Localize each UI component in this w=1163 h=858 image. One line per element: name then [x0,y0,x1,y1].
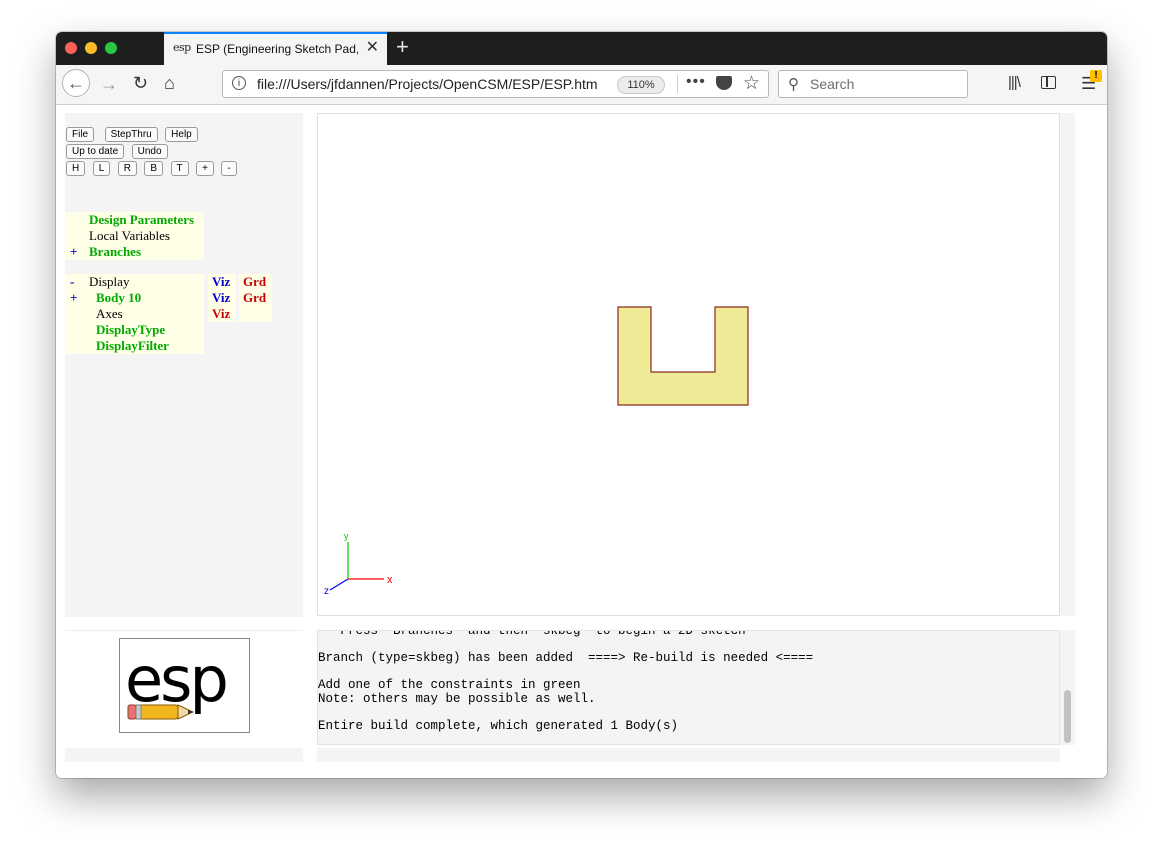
tree-prefix [65,306,89,322]
z-axis-label: z [324,586,329,597]
console-text: Press "Branches" and then "skbeg" to beg… [318,630,814,733]
body-viz-toggle[interactable]: Viz [208,290,236,306]
tree-prefix [65,338,89,354]
url-divider [677,75,678,93]
search-icon: ⚲ [788,76,799,93]
search-placeholder[interactable]: Search [810,76,854,92]
new-tab-icon[interactable]: + [396,35,409,59]
design-parameters-link[interactable]: Design Parameters [89,212,204,228]
bottom-strip-right [317,748,1060,762]
local-variables-label: Local Variables [89,228,204,244]
view-bottom-button[interactable]: B [144,161,164,176]
up-to-date-button[interactable]: Up to date [66,144,125,159]
minimize-window-button[interactable] [85,42,97,54]
navigation-toolbar: ← → ↻ ⌂ i file:///Users/jfdannen/Project… [56,65,1107,105]
message-console[interactable]: Press "Branches" and then "skbeg" to beg… [317,630,1060,745]
library-icon[interactable]: |||\ [1008,74,1021,91]
bottom-strip-left [65,748,303,762]
z-axis-line [329,578,349,591]
close-window-button[interactable] [65,42,77,54]
body-expand-toggle[interactable]: + [65,290,89,306]
tab-close-icon[interactable]: ✕ [366,39,379,57]
tree-prefix [65,212,89,228]
esp-logo: esp [119,638,250,733]
tree-prefix [65,322,89,338]
display-collapse-toggle[interactable]: - [65,274,89,290]
left-panel: File StepThru Help Up to date Undo H L R… [65,113,303,617]
page-content: File StepThru Help Up to date Undo H L R… [56,105,1107,778]
bookmark-star-icon[interactable]: ☆ [743,72,760,95]
zoom-in-button[interactable]: + [196,161,214,176]
update-badge-icon: ! [1090,70,1102,82]
branches-link[interactable]: Branches [89,244,204,260]
display-type-link[interactable]: DisplayType [89,322,204,338]
view-home-button[interactable]: H [66,161,86,176]
pocket-icon[interactable] [716,76,732,90]
esp-logo-graphic: esp [125,643,229,720]
back-icon[interactable]: ← [62,69,90,97]
graphics-svg: x y z [324,306,749,597]
console-line: Press "Branches" and then "skbeg" to beg… [318,630,746,638]
sidebar-icon[interactable] [1041,76,1056,89]
display-grd-toggle[interactable]: Grd [239,274,272,290]
view-right-button[interactable]: R [117,161,137,176]
button-row-3: H L R B T + - [66,161,240,179]
undo-button[interactable]: Undo [131,144,168,159]
zoom-out-button[interactable]: - [221,161,237,176]
display-filter-link[interactable]: DisplayFilter [89,338,204,354]
axes-viz-toggle[interactable]: Viz [208,306,236,322]
x-axis-label: x [387,574,393,586]
display-viz-toggle[interactable]: Viz [208,274,236,290]
search-bar[interactable]: ⚲ Search [778,70,968,98]
url-bar[interactable]: i file:///Users/jfdannen/Projects/OpenCS… [222,70,769,98]
console-scrollbar-thumb[interactable] [1064,690,1071,743]
console-line: Note: others may be possible as well. [318,691,596,706]
branches-expand-toggle[interactable]: + [65,244,89,260]
file-button[interactable]: File [66,127,95,142]
browser-window: esp ESP (Engineering Sketch Pad, V1 ✕ + … [56,32,1107,778]
button-row-2: Up to date Undo [66,144,171,162]
view-top-button[interactable]: T [170,161,189,176]
tab-bar: esp ESP (Engineering Sketch Pad, V1 ✕ + [56,32,1107,65]
zoom-window-button[interactable] [105,42,117,54]
tab-title: ESP (Engineering Sketch Pad, V1 [196,42,358,56]
logo-panel: esp [65,630,303,746]
u-shaped-sketch-body[interactable] [617,306,749,406]
pencil-icon [127,704,195,720]
graphics-canvas[interactable]: x y z [317,113,1060,616]
reload-icon[interactable]: ↻ [133,73,148,93]
info-icon[interactable]: i [232,76,246,90]
stepthru-button[interactable]: StepThru [104,127,158,142]
tree-window: Design Parameters Local Variables + Bran… [65,202,303,617]
axes-label: Axes [89,306,204,322]
display-label: Display [89,274,204,290]
help-button[interactable]: Help [165,127,198,142]
tree-prefix [65,228,89,244]
home-icon[interactable]: ⌂ [164,73,175,93]
tab-esp[interactable]: esp ESP (Engineering Sketch Pad, V1 ✕ [164,32,387,65]
console-line: Add one of the constraints in green [318,678,581,692]
url-text[interactable]: file:///Users/jfdannen/Projects/OpenCSM/… [257,76,597,92]
body-grd-toggle[interactable]: Grd [239,290,272,306]
y-axis-label: y [344,531,349,541]
forward-icon[interactable]: → [100,74,118,94]
body-link[interactable]: Body 10 [89,290,204,306]
graphics-right-strip [1060,113,1075,616]
button-row-1: File StepThru Help [66,127,201,145]
page-actions-icon[interactable]: ••• [686,73,706,91]
axes-grd-cell [239,306,272,322]
console-line: Entire build complete, which generated 1… [318,718,679,733]
view-left-button[interactable]: L [92,161,111,176]
console-line: Branch (type=skbeg) has been added ====>… [318,651,814,665]
zoom-level-badge[interactable]: 110% [617,76,665,94]
esp-favicon-icon: esp [173,41,191,54]
